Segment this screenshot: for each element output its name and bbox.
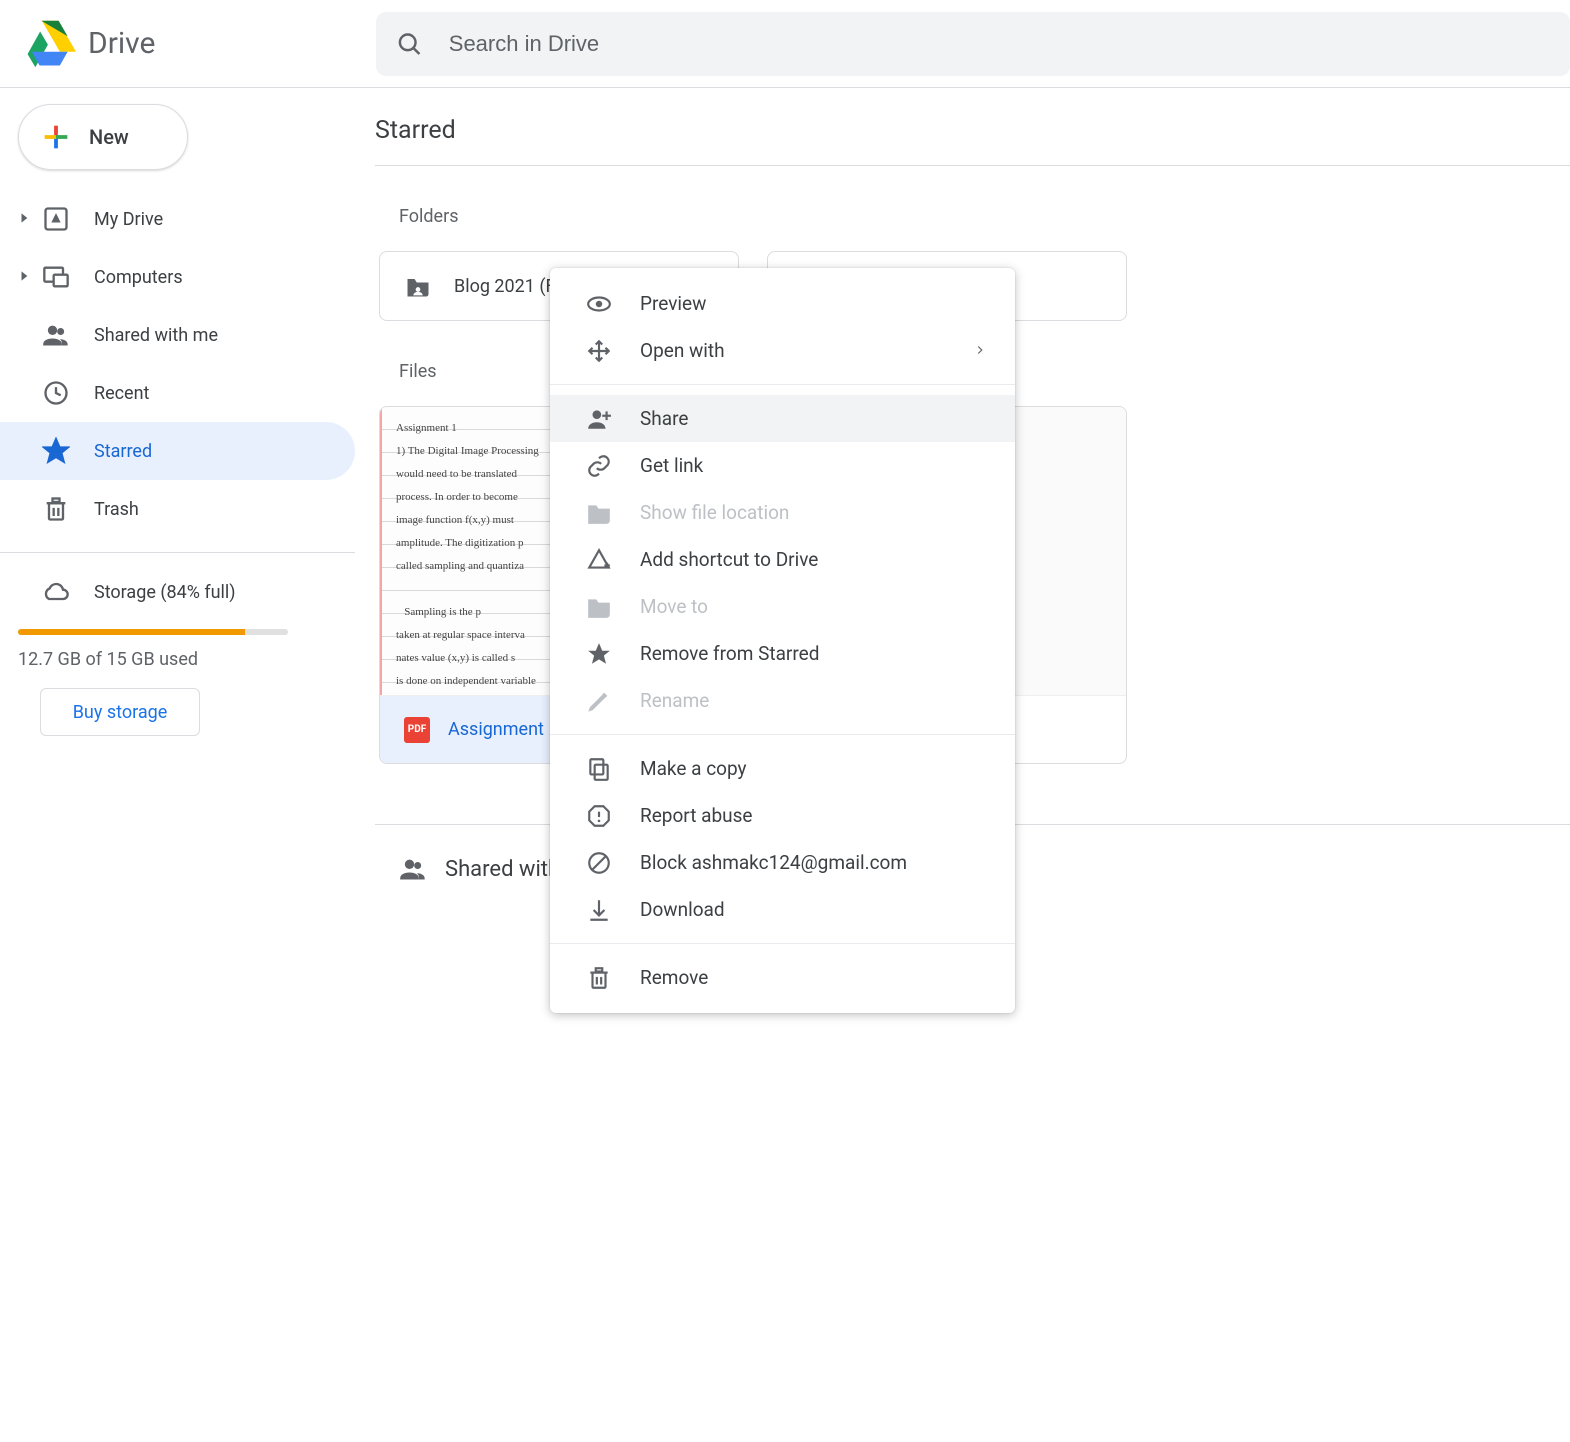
expand-arrow-icon (18, 267, 32, 288)
cloud-icon (42, 578, 70, 606)
context-menu-item-label: Preview (640, 292, 706, 315)
storage-bar-fill (18, 629, 245, 635)
context-menu-separator (550, 734, 1015, 735)
context-menu-separator (550, 943, 1015, 944)
context-menu-item-preview[interactable]: Preview (550, 280, 1015, 327)
sidebar-nav: My Drive Computers Shared with me Recent Sta… (0, 190, 355, 538)
sidebar-item-label: Computers (94, 267, 183, 288)
drive-logo-icon (24, 20, 76, 68)
sidebar-item-trash[interactable]: Trash (0, 480, 355, 538)
context-menu-item-move-to: Move to (550, 583, 1015, 630)
context-menu-item-label: Open with (640, 339, 725, 362)
sidebar-item-my-drive[interactable]: My Drive (0, 190, 355, 248)
eye-icon (586, 291, 612, 317)
link-icon (586, 453, 612, 479)
search-icon (396, 30, 423, 58)
download-icon (586, 897, 612, 923)
moveto-icon (586, 594, 612, 620)
storage-bar (18, 629, 288, 635)
context-menu-item-label: Rename (640, 689, 709, 712)
new-button[interactable]: New (18, 104, 188, 170)
sidebar-item-starred[interactable]: Starred (0, 422, 355, 480)
context-menu: Preview Open with Share Get link Show file l… (550, 268, 1015, 1013)
context-menu-item-get-link[interactable]: Get link (550, 442, 1015, 489)
plus-icon (39, 120, 73, 154)
sidebar-item-label: Trash (94, 499, 139, 520)
context-menu-item-add-shortcut-to-drive[interactable]: Add shortcut to Drive (550, 536, 1015, 583)
sidebar-item-shared-with-me[interactable]: Shared with me (0, 306, 355, 364)
buy-storage-button[interactable]: Buy storage (40, 688, 200, 736)
pencil-icon (586, 688, 612, 714)
context-menu-item-rename: Rename (550, 677, 1015, 724)
copy-icon (586, 756, 612, 782)
context-menu-item-remove[interactable]: Remove (550, 954, 1015, 1001)
context-menu-item-label: Download (640, 898, 725, 921)
trash-icon (586, 965, 612, 991)
sidebar-item-recent[interactable]: Recent (0, 364, 355, 422)
mydrive-icon (42, 205, 70, 233)
context-menu-item-label: Report abuse (640, 804, 752, 827)
context-menu-item-label: Show file location (640, 501, 789, 524)
context-menu-item-label: Get link (640, 454, 703, 477)
report-icon (586, 803, 612, 829)
context-menu-item-label: Remove (640, 966, 708, 989)
shortcut-icon (586, 547, 612, 573)
sidebar-item-label: My Drive (94, 209, 163, 230)
folderoutline-icon (586, 500, 612, 526)
page-title: Starred (375, 116, 1570, 166)
trash-icon (42, 495, 70, 523)
computers-icon (42, 263, 70, 291)
sidebar: New My Drive Computers Shared with me Recen… (0, 88, 355, 1442)
context-menu-item-share[interactable]: Share (550, 395, 1015, 442)
context-menu-separator (550, 384, 1015, 385)
file-type-icon: PDF (404, 717, 430, 743)
logo-area[interactable]: Drive (0, 20, 376, 68)
expand-arrow-icon (18, 209, 32, 230)
context-menu-item-label: Share (640, 407, 688, 430)
context-menu-item-label: Add shortcut to Drive (640, 548, 818, 571)
sidebar-item-storage[interactable]: Storage (84% full) (0, 567, 355, 617)
openwith-icon (586, 338, 612, 364)
context-menu-item-show-file-location: Show file location (550, 489, 1015, 536)
sidebar-item-computers[interactable]: Computers (0, 248, 355, 306)
new-button-label: New (89, 125, 129, 149)
folders-section-label: Folders (399, 206, 1570, 227)
sidebar-item-label: Starred (94, 441, 152, 462)
context-menu-item-label: Move to (640, 595, 708, 618)
storage-label: Storage (84% full) (94, 582, 236, 603)
context-menu-item-open-with[interactable]: Open with (550, 327, 1015, 374)
search-input[interactable] (447, 30, 1550, 58)
starfill-icon (586, 641, 612, 667)
sidebar-item-label: Recent (94, 383, 149, 404)
recent-icon (42, 379, 70, 407)
context-menu-item-remove-from-starred[interactable]: Remove from Starred (550, 630, 1015, 677)
shared-group-icon (399, 855, 427, 883)
block-icon (586, 850, 612, 876)
storage-used-text: 12.7 GB of 15 GB used (18, 649, 355, 670)
app-name: Drive (88, 26, 155, 61)
context-menu-item-block-ashmakc124-gmail-com[interactable]: Block ashmakc124@gmail.com (550, 839, 1015, 886)
app-header: Drive (0, 0, 1570, 88)
context-menu-item-report-abuse[interactable]: Report abuse (550, 792, 1015, 839)
search-bar[interactable] (376, 12, 1570, 76)
main-content: Starred Folders Blog 2021 (FTT)–Jeetha/A… (355, 88, 1570, 1442)
chevron-right-icon (973, 339, 987, 362)
shared-icon (42, 321, 70, 349)
star-icon (42, 437, 70, 465)
personadd-icon (586, 406, 612, 432)
context-menu-item-label: Make a copy (640, 757, 747, 780)
sidebar-item-label: Shared with me (94, 325, 218, 346)
context-menu-item-download[interactable]: Download (550, 886, 1015, 933)
context-menu-item-label: Remove from Starred (640, 642, 819, 665)
context-menu-item-make-a-copy[interactable]: Make a copy (550, 745, 1015, 792)
context-menu-item-label: Block ashmakc124@gmail.com (640, 851, 907, 874)
buy-storage-label: Buy storage (73, 702, 168, 723)
shared-folder-icon (404, 272, 432, 300)
file-name: Assignment (448, 719, 544, 740)
